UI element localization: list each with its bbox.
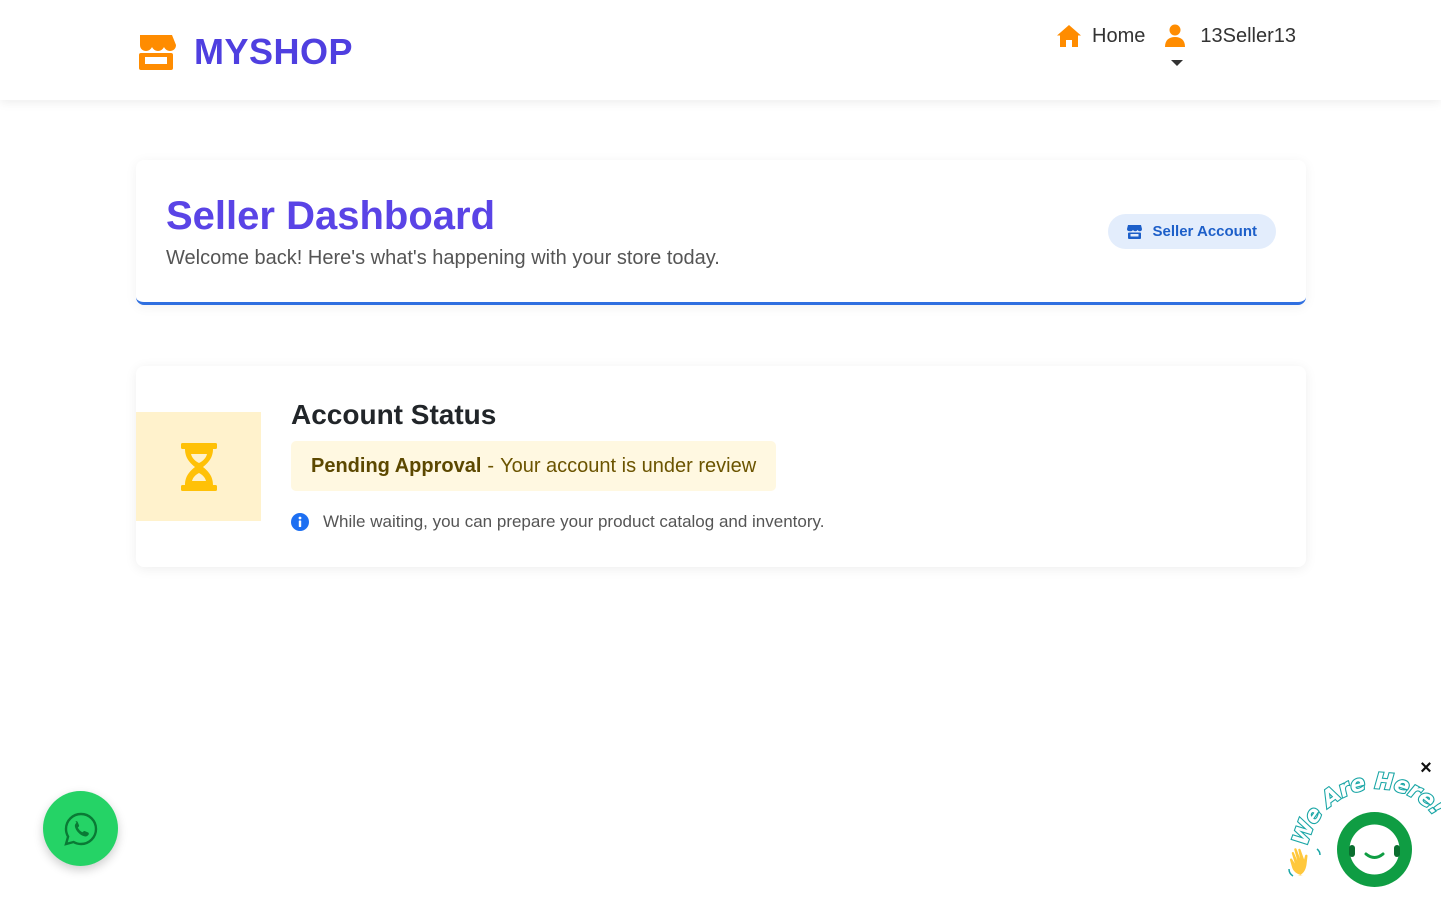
brand-name: MYSHOP (194, 31, 354, 72)
whatsapp-button[interactable] (43, 791, 118, 866)
store-icon (139, 35, 176, 70)
user-icon (1165, 24, 1186, 47)
nav-home-link[interactable]: Home (1056, 22, 1145, 50)
hourglass-icon (180, 442, 217, 491)
status-label: Pending Approval (311, 454, 482, 477)
page-title: Seller Dashboard (166, 194, 496, 238)
status-message: Your account is under review (500, 454, 757, 477)
chat-widget: We Are Here! × (1285, 755, 1441, 900)
nav-home-label: Home (1092, 24, 1146, 47)
navbar: MYSHOP Home 13Seller13 (0, 0, 1441, 100)
status-note: While waiting, you can prepare your prod… (291, 512, 824, 532)
store-icon (1126, 224, 1142, 239)
status-separator: - (487, 454, 495, 477)
waving-hand-icon (1288, 848, 1321, 877)
whatsapp-icon (63, 812, 97, 846)
status-note-text: While waiting, you can prepare your prod… (323, 512, 825, 531)
brand-logo[interactable]: MYSHOP (136, 32, 353, 72)
nav-links: Home 13Seller13 (1056, 22, 1296, 66)
account-status-card: Account Status Pending Approval - Your a… (136, 366, 1306, 567)
pending-approval-alert: Pending Approval - Your account is under… (291, 441, 777, 491)
user-name: 13Seller13 (1200, 24, 1296, 47)
chevron-down-icon[interactable] (1171, 60, 1184, 66)
seller-account-label: Seller Account (1152, 223, 1257, 240)
chat-icon (1349, 824, 1400, 875)
account-status-title: Account Status (291, 399, 497, 430)
user-dropdown[interactable]: 13Seller13 (1165, 22, 1296, 66)
user-dropdown-toggle[interactable]: 13Seller13 (1165, 22, 1296, 50)
info-icon (291, 513, 309, 531)
chat-close-button[interactable]: × (1415, 757, 1437, 779)
dashboard-header-card: Seller Dashboard Welcome back! Here's wh… (136, 160, 1306, 305)
page-subtitle: Welcome back! Here's what's happening wi… (166, 247, 720, 269)
chat-button[interactable] (1337, 812, 1412, 887)
status-icon-box (136, 412, 261, 521)
seller-account-badge: Seller Account (1107, 214, 1276, 249)
home-icon (1057, 25, 1082, 47)
